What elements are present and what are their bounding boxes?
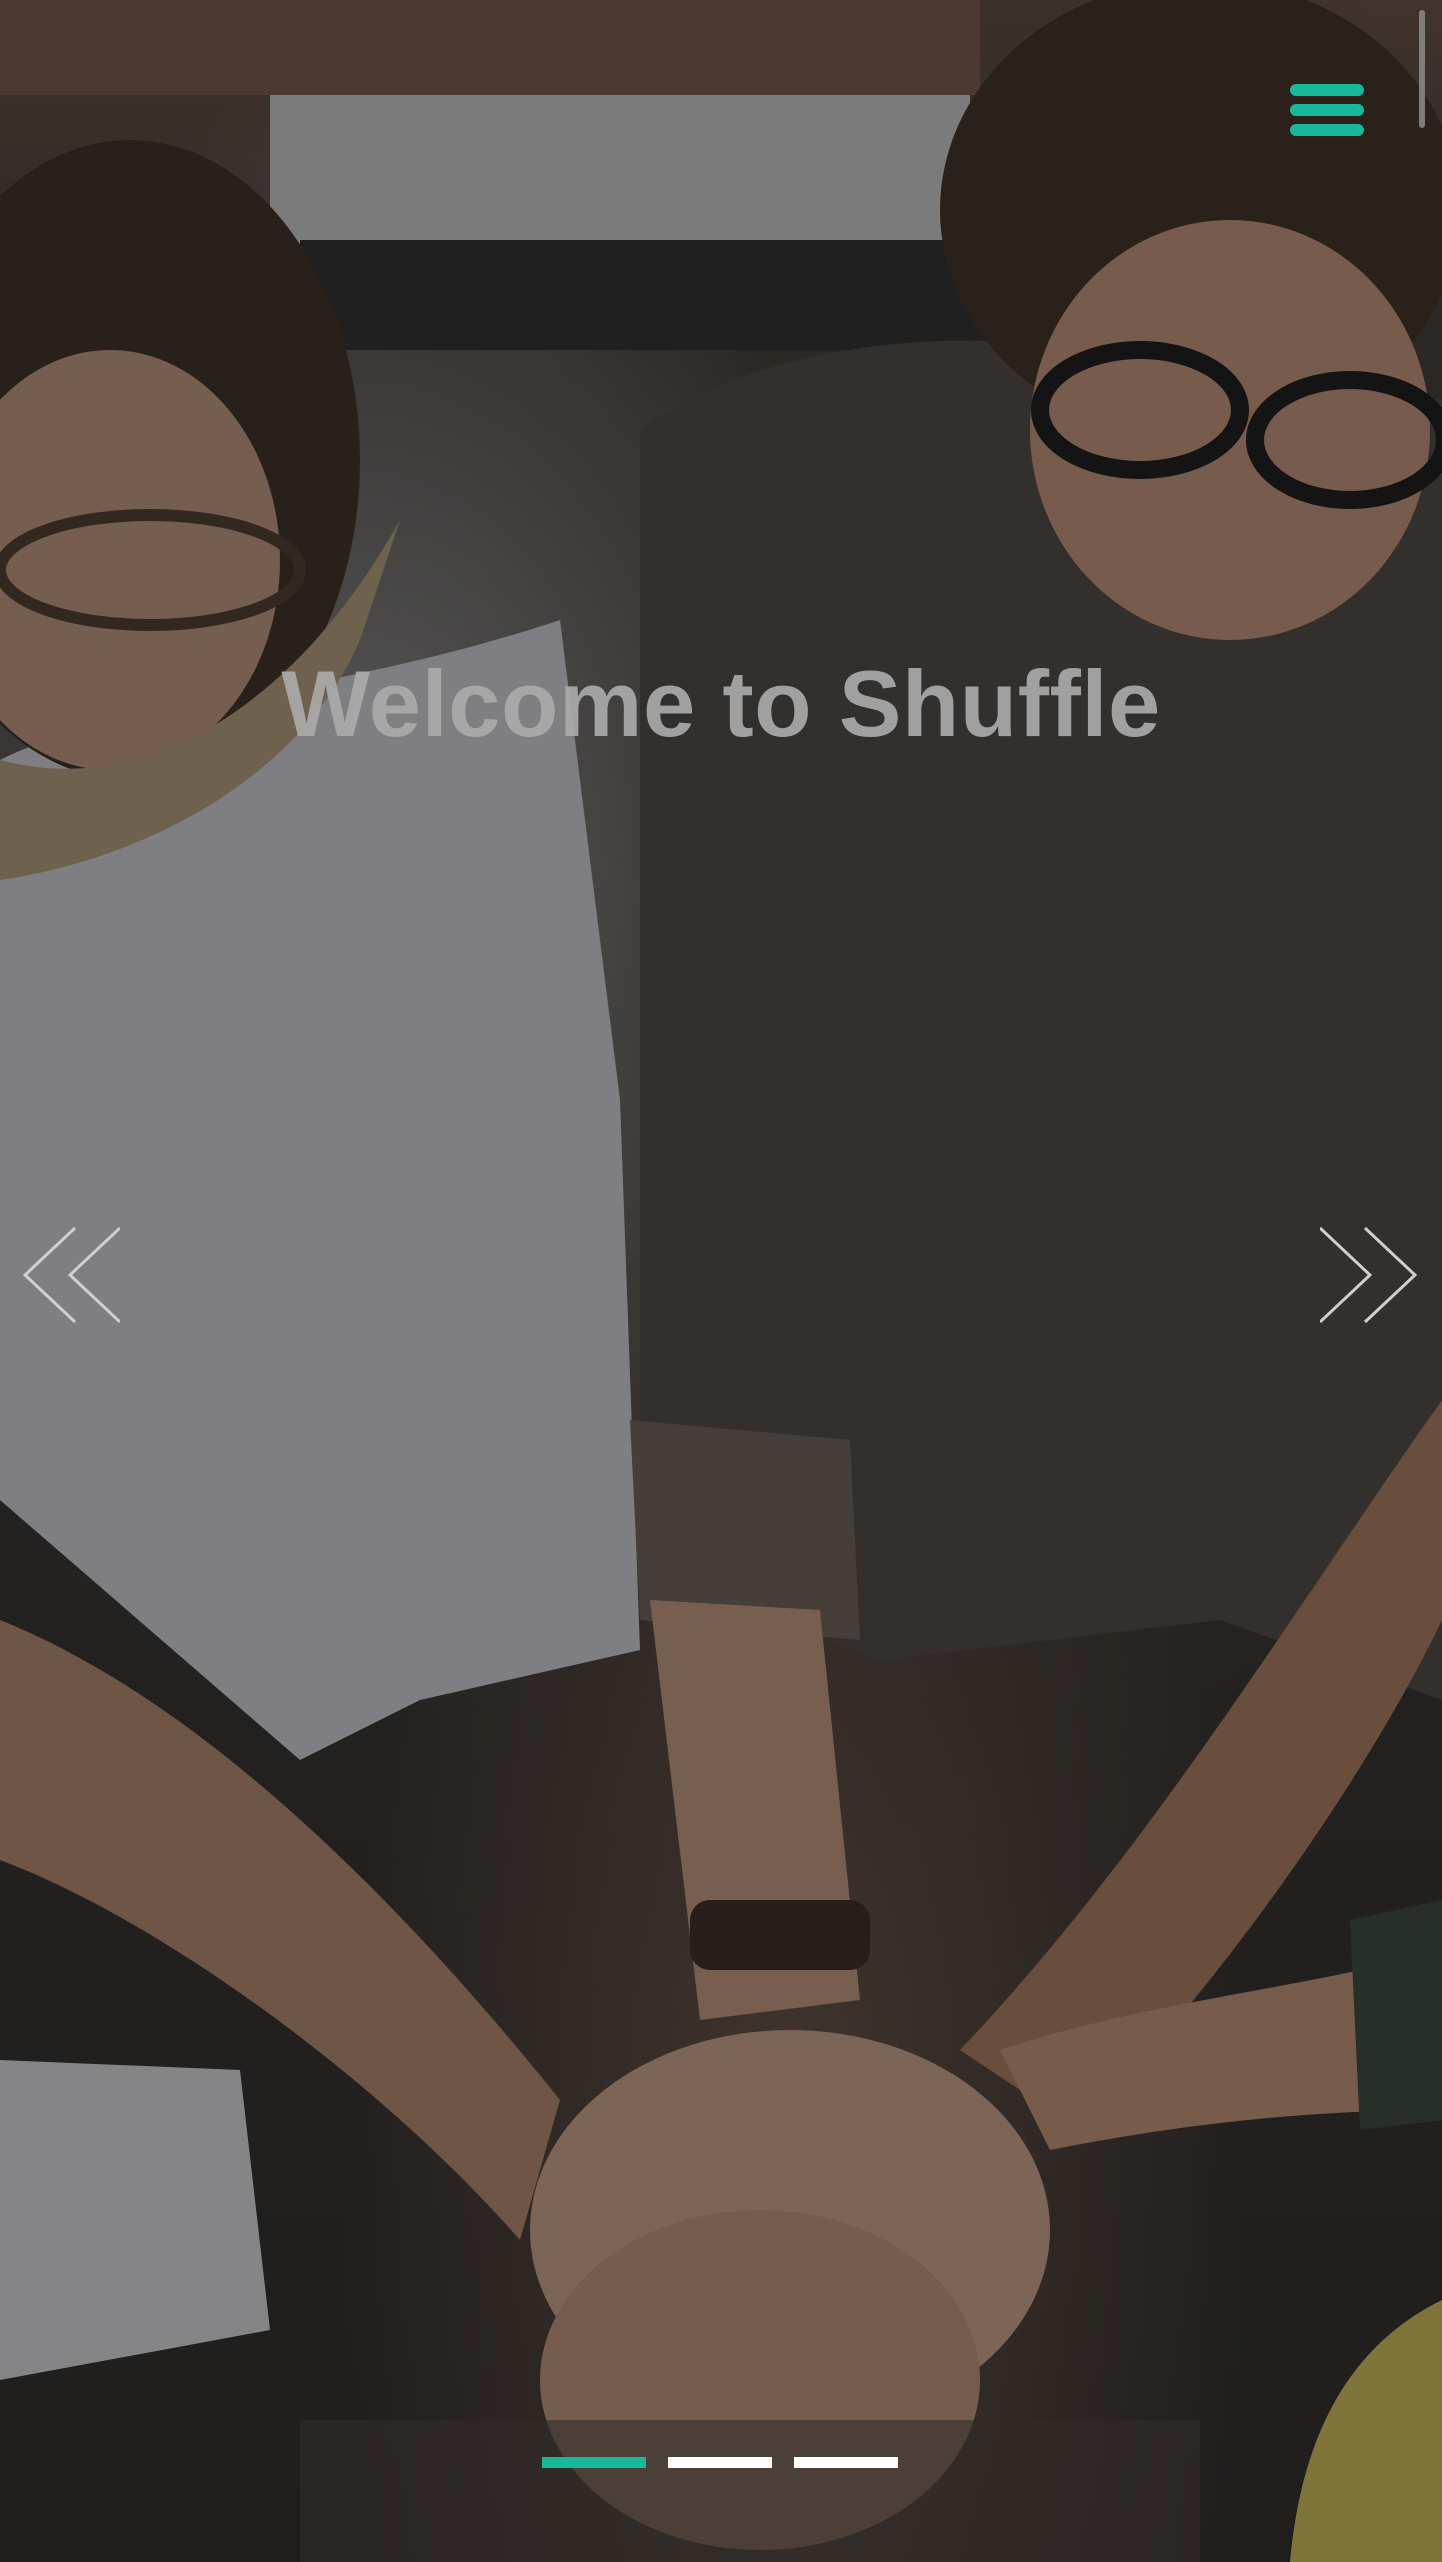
scrollbar-thumb[interactable]: [1419, 10, 1425, 128]
hero-section: Welcome to Shuffle: [0, 0, 1442, 2562]
hero-title: Welcome to Shuffle: [281, 651, 1161, 756]
menu-button[interactable]: [1282, 80, 1372, 150]
carousel-next-button[interactable]: [1318, 1220, 1420, 1330]
double-chevron-right-icon: [1318, 1226, 1418, 1324]
carousel-prev-button[interactable]: [20, 1220, 122, 1330]
carousel-indicators: [542, 2457, 902, 2469]
carousel-indicator-1[interactable]: [542, 2457, 646, 2468]
carousel-indicator-3[interactable]: [794, 2457, 898, 2468]
hero-dark-overlay: [0, 0, 1442, 2562]
carousel-indicator-2[interactable]: [668, 2457, 772, 2468]
double-chevron-left-icon: [22, 1226, 122, 1324]
